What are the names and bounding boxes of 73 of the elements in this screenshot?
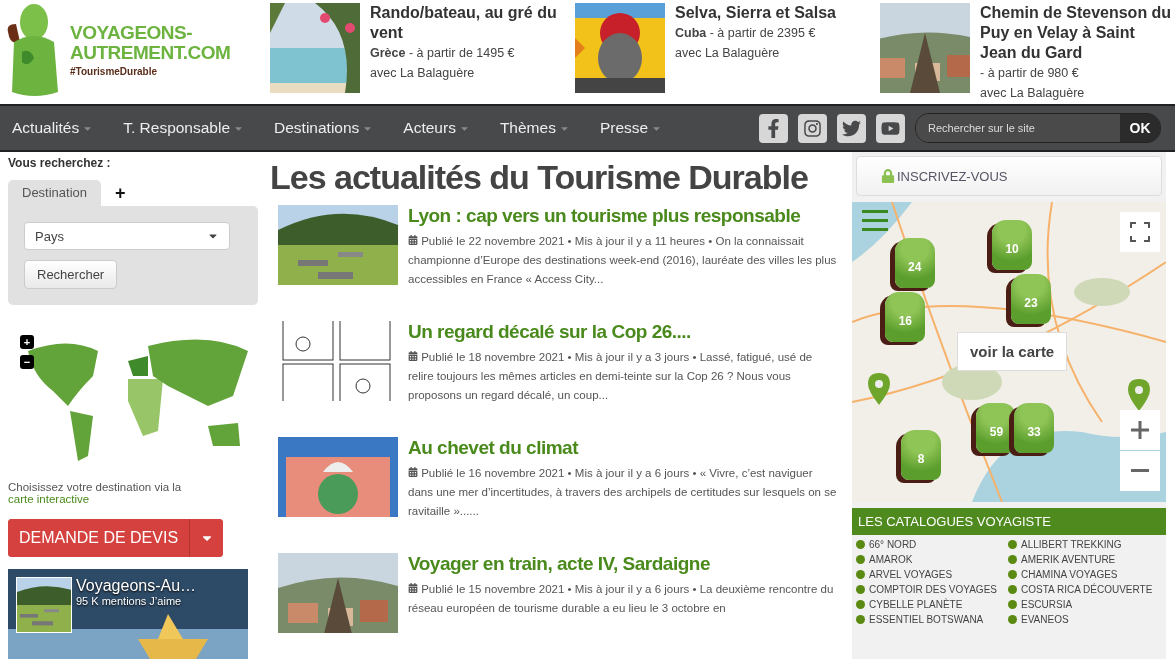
nav-item[interactable]: Destinations xyxy=(274,119,374,137)
fullscreen-icon xyxy=(1130,222,1150,242)
nav-item[interactable]: Acteurs xyxy=(403,119,470,137)
fullscreen-button[interactable] xyxy=(1120,212,1160,252)
map-button[interactable]: voir la carte xyxy=(957,332,1068,371)
catalogue-link[interactable]: AMERIK AVENTURE xyxy=(1008,554,1160,565)
promo-title[interactable]: Rando/bateau, au gré du vent xyxy=(370,3,565,43)
quote-button[interactable]: DEMANDE DE DEVIS xyxy=(8,519,189,558)
catalogue-link[interactable]: EVANEOS xyxy=(1008,614,1160,625)
facebook-icon[interactable] xyxy=(759,113,788,143)
calendar-icon xyxy=(408,351,418,361)
page-title: Les actualités du Tourisme Durable xyxy=(270,158,809,197)
dropdown-button[interactable] xyxy=(189,519,223,558)
promo-title[interactable]: Selva, Sierra et Salsa xyxy=(675,3,836,23)
lock-icon xyxy=(881,169,895,183)
calendar-icon xyxy=(408,467,418,477)
minus-icon xyxy=(1131,469,1149,473)
signup-button[interactable]: INSCRIVEZ-VOUS xyxy=(856,156,1162,196)
search-field[interactable]: Rechercher sur le site OK xyxy=(915,113,1161,143)
promo-price: Grèce - à partir de 1495 € xyxy=(370,45,516,62)
article-title[interactable]: Voyager en train, acte IV, Sardaigne xyxy=(408,553,840,575)
catalogue-link[interactable]: AMAROK xyxy=(856,554,1008,565)
promo-title[interactable]: Chemin de Stevenson du Puy en Velay à Saint Jean du Gard xyxy=(980,3,1175,63)
promo-operator: avec La Balaguère xyxy=(675,45,781,62)
nav-item[interactable]: Actualités xyxy=(12,119,94,137)
catalogue-heading: LES CATALOGUES VOYAGISTE xyxy=(852,508,1166,535)
promo-price: - à partir de 980 € xyxy=(980,65,1080,82)
calendar-icon xyxy=(408,583,418,593)
article-summary: Publié le 18 novembre 2021 • Mis à jour il y a 3 jours • Lassé, fatigué, usé de relire toujours les mêmes articles en demi-teinte sur la Cop 26 ? Nous vous proposons un regard décalé, un coup... xyxy=(408,350,814,403)
search-button[interactable]: Rechercher xyxy=(24,260,118,289)
tab[interactable]: + xyxy=(101,180,140,206)
article-summary: Publié le 16 novembre 2021 • Mis à jour il y a 6 jours • « Vivre, c’est naviguer dans une mer d’incertitudes, à travers des archipels de certitudes sur lesquels on se ravitaille »...... xyxy=(408,466,838,519)
promo-price: Cuba - à partir de 2395 € xyxy=(675,25,817,42)
article-title[interactable]: Un regard décalé sur la Cop 26.... xyxy=(408,321,840,343)
zoom-in-button[interactable] xyxy=(1120,410,1160,450)
map-zoom-button[interactable]: + xyxy=(20,335,34,349)
promo-operator: avec La Balaguère xyxy=(370,65,476,82)
search-heading: Vous recherchez : xyxy=(8,156,112,170)
map-caption: Choisissez votre destination via la carte interactive xyxy=(8,481,183,505)
article-title[interactable]: Au chevet du climat xyxy=(408,437,840,459)
map-zoom-button[interactable]: − xyxy=(20,355,34,369)
article-summary: Publié le 22 novembre 2021 • Mis à jour il y a 11 heures • On la connaissait championne d’Europe des destinations week-end (2016), lauréate des villes les plus accessibles en France « Access City... xyxy=(408,234,838,287)
map-pin-icon[interactable] xyxy=(1128,379,1151,411)
catalogue-link[interactable]: ESSENTIEL BOTSWANA xyxy=(856,614,1008,625)
article-title[interactable]: Lyon : cap vers un tourisme plus responsable xyxy=(408,205,840,227)
calendar-icon xyxy=(408,235,418,245)
logo-text: AUTREMENT.COM xyxy=(70,43,231,63)
menu-icon[interactable] xyxy=(862,210,888,232)
catalogue-link[interactable]: 66° NORD xyxy=(856,539,1008,550)
catalogue-link[interactable]: CYBELLE PLANÈTE xyxy=(856,599,1008,610)
instagram-icon[interactable] xyxy=(798,113,827,143)
map-link[interactable]: carte interactive xyxy=(8,493,90,505)
plus-icon xyxy=(1131,421,1149,439)
catalogue-link[interactable]: COMPTOIR DES VOYAGES xyxy=(856,584,1008,595)
nav-item[interactable]: Presse xyxy=(599,119,663,137)
search-button[interactable]: OK xyxy=(1120,114,1160,142)
logo-text: VOYAGEONS- xyxy=(70,23,194,43)
promo-operator: avec La Balaguère xyxy=(980,85,1086,102)
catalogue-link[interactable]: CHAMINA VOYAGES xyxy=(1008,569,1160,580)
country-select[interactable]: Pays xyxy=(24,222,230,250)
nav-item[interactable]: T. Responsable xyxy=(123,119,245,137)
article-summary: Publié le 15 novembre 2021 • Mis à jour il y a 6 jours • La deuxième rencontre du réseau européen de tourisme durable a eu lieu le 3 octobre en xyxy=(408,582,835,616)
catalogue-link[interactable]: ALLIBERT TREKKING xyxy=(1008,539,1160,550)
catalogue-link[interactable]: COSTA RICA DÉCOUVERTE xyxy=(1008,584,1160,595)
youtube-icon[interactable] xyxy=(876,113,905,143)
zoom-out-button[interactable] xyxy=(1120,451,1160,491)
map-pin-icon[interactable] xyxy=(867,373,890,405)
twitter-icon[interactable] xyxy=(837,113,866,143)
tab[interactable]: Destination xyxy=(8,180,102,206)
catalogue-link[interactable]: ARVEL VOYAGES xyxy=(856,569,1008,580)
catalogue-link[interactable]: ESCURSIA xyxy=(1008,599,1160,610)
logo-tagline: #TourismeDurable xyxy=(70,66,159,77)
nav-item[interactable]: Thèmes xyxy=(499,119,570,137)
